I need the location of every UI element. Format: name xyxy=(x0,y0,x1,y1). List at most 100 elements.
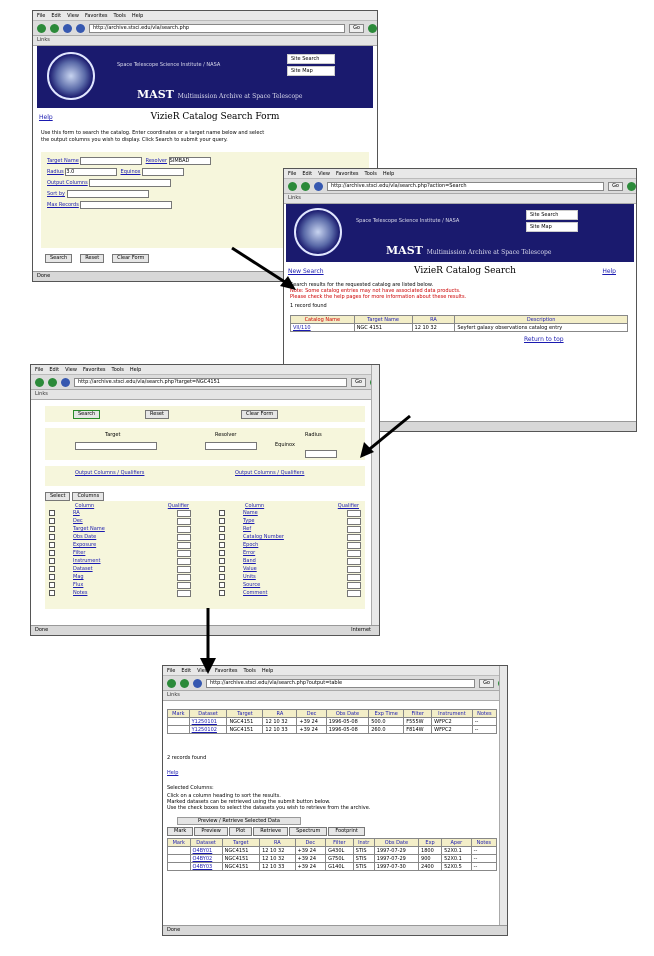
address-bar[interactable]: http://archive.stsci.edu/vla/search.php?… xyxy=(74,377,348,387)
column-checkbox[interactable] xyxy=(219,518,225,524)
column-checkbox[interactable] xyxy=(49,526,55,532)
table-cell[interactable]: VII/110 xyxy=(290,323,355,332)
field-label[interactable]: Output Columns xyxy=(47,180,88,186)
column-option-label[interactable]: Dataset xyxy=(73,566,153,572)
target-input[interactable] xyxy=(75,442,157,450)
menu-tools[interactable]: Tools xyxy=(112,367,124,373)
column-checkbox[interactable] xyxy=(219,542,225,548)
qualifier-input[interactable] xyxy=(177,517,191,525)
field-label[interactable]: Sort by xyxy=(47,191,65,197)
column-header[interactable]: Obs Date xyxy=(373,838,420,847)
section-label[interactable]: Output Columns / Qualifiers xyxy=(235,470,304,476)
column-option-label[interactable]: Source xyxy=(243,582,323,588)
field-label[interactable]: Target Name xyxy=(47,158,79,164)
field-label[interactable]: Radius xyxy=(47,169,64,175)
column-header[interactable]: Target xyxy=(221,838,261,847)
table-cell[interactable]: O4BY01 xyxy=(189,846,223,855)
help-link[interactable]: Help xyxy=(39,114,53,121)
table-cell[interactable]: Y1250101 xyxy=(188,717,228,726)
go-button[interactable]: Go xyxy=(351,377,366,387)
column-checkbox[interactable] xyxy=(49,542,55,548)
column-checkbox[interactable] xyxy=(219,510,225,516)
vertical-scrollbar[interactable] xyxy=(371,365,379,626)
menu-help[interactable]: Help xyxy=(383,171,394,177)
column-header[interactable]: Instrument xyxy=(431,709,473,718)
qualifier-input[interactable] xyxy=(177,589,191,597)
site-map-link[interactable]: Site Map xyxy=(526,222,578,232)
menu-edit[interactable]: Edit xyxy=(49,367,59,373)
column-header[interactable]: Exp Time xyxy=(368,709,405,718)
column-header[interactable]: Target xyxy=(226,709,264,718)
forward-icon[interactable] xyxy=(48,377,57,387)
column-checkbox[interactable] xyxy=(219,574,225,580)
column-option-label[interactable]: Error xyxy=(243,550,323,556)
menu-file[interactable]: File xyxy=(37,13,45,19)
column-header[interactable]: Notes xyxy=(471,709,498,718)
menu-favorites[interactable]: Favorites xyxy=(336,171,359,177)
clear-form-button[interactable]: Clear Form xyxy=(241,410,279,419)
column-checkbox[interactable] xyxy=(49,558,55,564)
qualifier-input[interactable] xyxy=(177,557,191,565)
qualifier-input[interactable] xyxy=(347,549,361,557)
section-label[interactable]: Output Columns / Qualifiers xyxy=(75,470,144,476)
column-header[interactable]: Dataset xyxy=(189,838,223,847)
qualifier-input[interactable] xyxy=(177,509,191,517)
menu-help[interactable]: Help xyxy=(130,367,141,373)
back-icon[interactable] xyxy=(37,23,46,33)
column-checkbox[interactable] xyxy=(49,566,55,572)
column-option-label[interactable]: Value xyxy=(243,566,323,572)
forward-icon[interactable] xyxy=(180,678,189,688)
column-option-label[interactable]: Filter xyxy=(73,550,153,556)
clear-form-button[interactable]: Clear Form xyxy=(112,254,150,263)
column-option-label[interactable]: Mag xyxy=(73,574,153,580)
column-header[interactable]: Filter xyxy=(403,709,433,718)
column-header[interactable]: Exp xyxy=(418,838,443,847)
qualifier-input[interactable] xyxy=(177,573,191,581)
search-button[interactable]: Search xyxy=(73,410,101,419)
qualifier-input[interactable] xyxy=(347,517,361,525)
column-option-label[interactable]: Instrument xyxy=(73,558,153,564)
column-checkbox[interactable] xyxy=(219,590,225,596)
address-bar[interactable]: http://archive.stsci.edu/vla/search.php?… xyxy=(206,678,476,688)
column-checkbox[interactable] xyxy=(49,582,55,588)
column-header[interactable]: Obs Date xyxy=(325,709,370,718)
qualifier-input[interactable] xyxy=(347,565,361,573)
menu-help[interactable]: Help xyxy=(132,13,143,19)
column-checkbox[interactable] xyxy=(219,558,225,564)
radius-input[interactable]: 3.0 xyxy=(65,167,118,176)
go-button[interactable]: Go xyxy=(608,181,623,191)
go-button[interactable]: Go xyxy=(479,678,494,688)
reset-button[interactable]: Reset xyxy=(80,254,105,263)
column-checkbox[interactable] xyxy=(219,550,225,556)
column-header[interactable]: Dec xyxy=(296,709,327,718)
column-header[interactable]: Mark xyxy=(167,709,190,718)
subtable-tab[interactable]: Retrieve xyxy=(253,827,289,836)
column-option-label[interactable]: Target Name xyxy=(73,526,153,532)
column-header[interactable]: RA xyxy=(411,315,456,324)
qualifier-header[interactable]: Qualifier xyxy=(168,503,189,509)
column-option-label[interactable]: Flux xyxy=(73,582,153,588)
tab-columns[interactable]: Columns xyxy=(72,492,105,501)
column-option-label[interactable]: Type xyxy=(243,518,323,524)
sort-by-select[interactable] xyxy=(66,189,149,198)
qualifier-input[interactable] xyxy=(177,565,191,573)
column-option-label[interactable]: Ref xyxy=(243,526,323,532)
menu-favorites[interactable]: Favorites xyxy=(83,367,106,373)
help-link[interactable]: Help xyxy=(602,268,616,275)
reset-button[interactable]: Reset xyxy=(145,410,169,419)
column-checkbox[interactable] xyxy=(49,518,55,524)
menu-file[interactable]: File xyxy=(35,367,43,373)
column-header[interactable]: Filter xyxy=(325,838,354,847)
back-icon[interactable] xyxy=(288,181,297,191)
column-checkbox[interactable] xyxy=(219,566,225,572)
menu-file[interactable]: File xyxy=(288,171,296,177)
tab-select[interactable]: Select xyxy=(45,492,71,501)
qualifier-input[interactable] xyxy=(347,533,361,541)
home-icon[interactable] xyxy=(76,23,85,33)
column-checkbox[interactable] xyxy=(219,582,225,588)
column-header[interactable]: Dataset xyxy=(188,709,228,718)
qualifier-input[interactable] xyxy=(347,509,361,517)
column-header[interactable]: Column xyxy=(75,503,94,509)
qualifier-input[interactable] xyxy=(347,557,361,565)
target-name-input[interactable] xyxy=(80,156,143,165)
